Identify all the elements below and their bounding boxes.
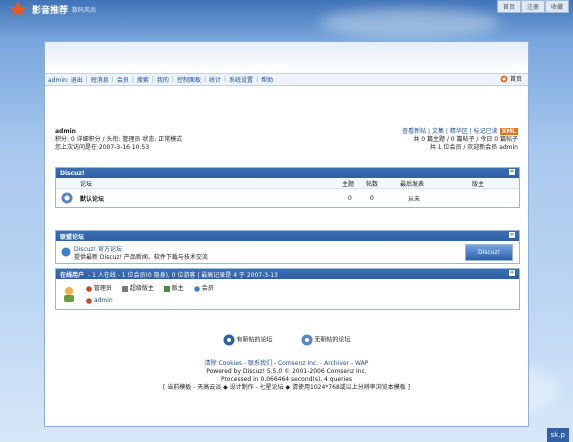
users-icon [64, 287, 74, 302]
online-user-name[interactable]: admin [94, 297, 113, 304]
new-posts-icon [223, 334, 235, 346]
forum-last-post: 从未 [408, 195, 421, 203]
top-link-home[interactable]: 首页 [496, 0, 521, 13]
nav-bar: admin: 退出 | 短消息 | 会员 | 搜索 | 我的 | 控制面板 | 统计 | 系统… [45, 73, 528, 86]
user-status: 积分: 0 详细积分 / 头衔: 管理员 状态: 正常模式 [55, 136, 183, 143]
collapse-icon[interactable]: = [509, 169, 515, 175]
forum-status-icon [61, 192, 73, 204]
legend-none-label: 无新帖的论坛 [314, 336, 351, 344]
col-mods: 版主 [472, 180, 485, 188]
mod-icon [163, 285, 170, 292]
home-icon [500, 75, 508, 82]
online-box-title: 在线用户 [60, 271, 85, 279]
friend-forum-icon [61, 247, 71, 257]
online-users-box: 在线用户 - 1 人在线 - 1 位会员(0 隐身), 0 位游客 | 最高记录… [55, 268, 520, 310]
col-posts: 帖数 [366, 180, 379, 188]
super-mod-icon [121, 285, 128, 292]
online-user[interactable]: admin [86, 297, 113, 304]
forum-stats: 共 0 篇主题 / 0 篇帖子 / 今日 0 篇帖子 [413, 136, 518, 143]
legend-mod: 版主 [163, 283, 184, 292]
nav-messages[interactable]: 短消息 [91, 75, 109, 84]
legend-member-label: 会员 [201, 285, 214, 292]
forum-legend: 有新帖的论坛 无新帖的论坛 [45, 334, 528, 346]
site-title: 影音推荐 [32, 5, 69, 16]
online-legend: 管理员 超级版主 版主 会员 [86, 283, 214, 292]
forum-name[interactable]: 默认论坛 [80, 194, 104, 203]
friend-forum-logo[interactable]: Discuz! [465, 244, 513, 261]
admin-icon [86, 297, 92, 304]
friend-forum-desc: 提供最新 Discuz! 产品新闻、软件下载与技术交流 [74, 254, 208, 261]
page-header [45, 42, 528, 72]
forum-box-header: Discuz! = [56, 168, 519, 178]
legend-admin: 管理员 [86, 283, 112, 292]
friend-box-header: 联盟论坛 = [56, 231, 519, 241]
site-subtitle: 数码风尚 [72, 6, 97, 14]
friend-box-title: 联盟论坛 [60, 233, 85, 241]
nav-my[interactable]: 我的 [157, 75, 169, 84]
quick-links-row[interactable]: 查看新帖 | 文集 | 精华区 | 标记已读 [402, 128, 498, 135]
username[interactable]: admin [55, 128, 182, 136]
top-link-favorite[interactable]: 收藏 [544, 0, 569, 13]
col-forum: 论坛 [80, 180, 93, 188]
member-icon [194, 285, 200, 292]
nav-help[interactable]: 帮助 [261, 75, 273, 84]
quick-links: 查看新帖 | 文集 | 精华区 | 标记已读 XML 共 0 篇主题 / 0 篇… [402, 128, 518, 152]
nav-stats[interactable]: 统计 [209, 75, 221, 84]
legend-admin-label: 管理员 [93, 285, 112, 292]
member-stats: 共 1 位会员 / 欢迎新会员 admin [429, 144, 518, 151]
nav-search[interactable]: 搜索 [137, 75, 149, 84]
col-last: 最后发表 [400, 180, 425, 188]
bottom-brand: sk.p [546, 428, 569, 442]
footer: 清除 Cookies - 联系我们 - Comsenz Inc. - Archi… [45, 360, 528, 392]
friend-links-box: 联盟论坛 = Discuz! 官方论坛 提供最新 Discuz! 产品新闻、软件… [55, 230, 520, 264]
last-visit: 您上次访问是在 2007-3-16 10:53 [55, 144, 150, 151]
nav-control-panel[interactable]: 控制面板 [177, 75, 201, 84]
collapse-icon[interactable]: = [509, 270, 515, 276]
site-logo[interactable]: 影音推荐 数码风尚 [6, 0, 96, 18]
rss-badge[interactable]: XML [499, 128, 518, 135]
top-link-register[interactable]: 注册 [520, 0, 545, 13]
forum-list-box: Discuz! = 论坛 主题 帖数 最后发表 版主 默认论坛 0 0 从未 [55, 167, 520, 208]
legend-mod-label: 版主 [171, 285, 184, 292]
col-topics: 主题 [342, 180, 355, 188]
friend-link-row: Discuz! 官方论坛 提供最新 Discuz! 产品新闻、软件下载与技术交流… [56, 241, 519, 263]
footer-links[interactable]: 清除 Cookies - 联系我们 - Comsenz Inc. - Archi… [45, 360, 528, 368]
forum-topics: 0 [348, 194, 352, 202]
powered-by: Powered by Discuz! 5.5.0 © 2001-2006 Com… [206, 368, 367, 375]
legend-member: 会员 [194, 283, 214, 292]
nav-system-settings[interactable]: 系统设置 [229, 75, 253, 84]
user-info: admin 积分: 0 详细积分 / 头衔: 管理员 状态: 正常模式 您上次访… [55, 128, 182, 152]
home-link[interactable]: 首页 [500, 74, 522, 83]
online-summary: - 1 人在线 - 1 位会员(0 隐身), 0 位游客 | 最高记录是 4 于… [88, 271, 278, 279]
table-row[interactable]: 默认论坛 0 0 从未 [56, 189, 519, 207]
legend-new-label: 有新帖的论坛 [236, 336, 273, 344]
online-box-header: 在线用户 - 1 人在线 - 1 位会员(0 隐身), 0 位游客 | 最高记录… [56, 269, 519, 279]
processed-time: Processed in 0.066464 second(s), 4 queri… [220, 376, 353, 383]
forum-posts: 0 [370, 194, 374, 202]
legend-no-new-posts: 无新帖的论坛 [301, 334, 351, 346]
forum-page: admin: 退出 | 短消息 | 会员 | 搜索 | 我的 | 控制面板 | 统计 | 系统… [44, 41, 529, 427]
online-users-body: 管理员 超级版主 版主 会员 admin [56, 279, 519, 309]
star-logo-icon [8, 1, 28, 17]
collapse-icon[interactable]: = [509, 232, 515, 238]
template-info: [ 当前模板 - 天高云淡 ◆ 设计制作 - 七星论坛 ◆ 请使用1024*76… [162, 384, 411, 391]
legend-new-posts: 有新帖的论坛 [223, 334, 273, 346]
top-links: 首页 注册 收藏 [496, 0, 569, 13]
no-new-posts-icon [301, 334, 312, 346]
legend-super-mod: 超级版主 [121, 283, 154, 292]
admin-icon [86, 285, 92, 292]
nav-logout[interactable]: admin: 退出 [48, 75, 83, 84]
legend-super-mod-label: 超级版主 [129, 285, 154, 292]
home-link-label: 首页 [509, 76, 522, 83]
forum-box-title[interactable]: Discuz! [60, 170, 85, 177]
nav-members[interactable]: 会员 [117, 75, 129, 84]
forum-columns: 论坛 主题 帖数 最后发表 版主 [56, 178, 519, 189]
